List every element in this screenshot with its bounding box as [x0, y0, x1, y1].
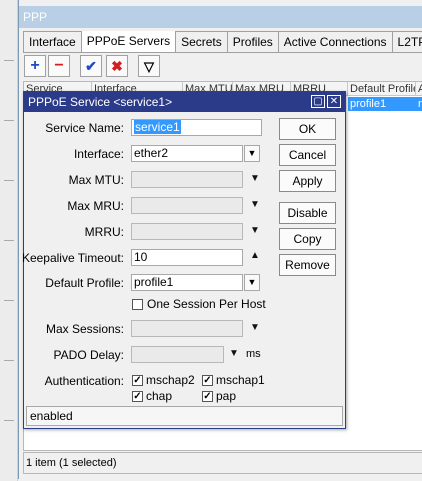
max-mtu-input[interactable]	[131, 171, 243, 188]
cell-default-profile: profile1	[348, 97, 416, 111]
max-mtu-expand-icon[interactable]: ▼	[249, 173, 261, 185]
disable-button[interactable]: ✖	[106, 55, 128, 77]
pado-delay-label: PADO Delay:	[53, 348, 124, 362]
filter-button[interactable]: ▽	[138, 55, 160, 77]
max-sessions-input[interactable]	[131, 320, 243, 337]
max-mtu-label: Max MTU:	[68, 173, 124, 187]
max-mru-input[interactable]	[131, 197, 243, 214]
one-session-per-host-checkbox[interactable]	[132, 299, 143, 310]
max-sessions-label: Max Sessions:	[45, 322, 124, 336]
service-name-label: Service Name:	[45, 121, 124, 135]
cell-extra: n	[416, 97, 422, 111]
disable-button[interactable]: Disable	[279, 202, 336, 224]
tab-pppoe-servers[interactable]: PPPoE Servers	[80, 31, 177, 52]
ok-button[interactable]: OK	[279, 118, 336, 140]
remove-button[interactable]: Remove	[279, 254, 336, 276]
dropdown-icon: ▼	[247, 148, 257, 158]
keepalive-timeout-input[interactable]: 10	[131, 249, 243, 266]
max-sessions-expand-icon[interactable]: ▼	[249, 322, 261, 334]
mrru-expand-icon[interactable]: ▼	[249, 225, 261, 237]
auth-chap-label: chap	[146, 389, 173, 403]
tab-l2tp-secrets[interactable]: L2TP Secret	[391, 31, 422, 52]
default-profile-select[interactable]: profile1	[131, 274, 243, 291]
pado-delay-expand-icon[interactable]: ▼	[228, 348, 240, 360]
keepalive-timeout-label: Keepalive Timeout:	[21, 251, 124, 265]
keepalive-collapse-icon[interactable]: ▲	[249, 250, 261, 262]
column-header-extra[interactable]: A	[416, 82, 422, 96]
pado-delay-unit: ms	[246, 348, 261, 360]
pppoe-service-dialog: PPPoE Service <service1> ▢ ✕ Service Nam…	[21, 91, 346, 429]
auth-mschap1-label: mschap1	[216, 373, 265, 387]
mrru-label: MRRU:	[84, 225, 124, 239]
default-profile-label: Default Profile:	[45, 276, 124, 290]
default-profile-dropdown-button[interactable]: ▼	[244, 274, 260, 291]
max-mru-expand-icon[interactable]: ▼	[249, 199, 261, 211]
copy-button[interactable]: Copy	[279, 228, 336, 250]
column-header-default-profile[interactable]: Default Profile	[348, 82, 416, 96]
interface-dropdown-button[interactable]: ▼	[244, 145, 260, 162]
max-mru-label: Max MRU:	[67, 199, 124, 213]
enable-button[interactable]: ✔	[80, 55, 102, 77]
add-button[interactable]: +	[24, 55, 46, 77]
plus-icon: +	[30, 57, 40, 74]
interface-label: Interface:	[73, 147, 124, 161]
ppp-tab-bar: Interface PPPoE Servers Secrets Profiles Act…	[23, 31, 422, 53]
service-name-value: service1	[134, 120, 181, 134]
x-icon: ✖	[111, 58, 123, 74]
ppp-window-title[interactable]: PPP	[19, 6, 422, 28]
dialog-title[interactable]: PPPoE Service <service1>	[24, 92, 345, 112]
filter-icon: ▽	[144, 58, 154, 74]
cancel-button[interactable]: Cancel	[279, 144, 336, 166]
auth-mschap2-checkbox[interactable]: ✓	[132, 375, 143, 386]
tab-active-connections[interactable]: Active Connections	[277, 31, 393, 52]
authentication-label: Authentication:	[44, 374, 124, 388]
check-icon: ✔	[85, 58, 97, 74]
dropdown-icon: ▼	[247, 277, 257, 287]
one-session-per-host-label: One Session Per Host	[147, 297, 266, 311]
interface-select[interactable]: ether2	[131, 145, 243, 162]
service-name-input[interactable]: service1	[131, 119, 262, 136]
tab-secrets[interactable]: Secrets	[175, 31, 228, 52]
auth-pap-label: pap	[216, 389, 237, 403]
background-window-edge	[0, 0, 18, 481]
remove-button[interactable]: −	[48, 55, 70, 77]
auth-mschap1-checkbox[interactable]: ✓	[202, 375, 213, 386]
apply-button[interactable]: Apply	[279, 170, 336, 192]
auth-pap-checkbox[interactable]: ✓	[202, 391, 213, 402]
pado-delay-input[interactable]	[131, 346, 224, 363]
close-icon[interactable]: ✕	[327, 95, 341, 108]
minus-icon: −	[54, 57, 64, 74]
minimize-icon[interactable]: ▢	[311, 95, 325, 108]
auth-mschap2-label: mschap2	[146, 373, 195, 387]
ppp-status-bar: 1 item (1 selected)	[23, 452, 422, 474]
tab-profiles[interactable]: Profiles	[226, 31, 279, 52]
dialog-status-bar: enabled	[26, 406, 343, 426]
mrru-input[interactable]	[131, 223, 243, 240]
auth-chap-checkbox[interactable]: ✓	[132, 391, 143, 402]
tab-interface[interactable]: Interface	[23, 31, 82, 52]
